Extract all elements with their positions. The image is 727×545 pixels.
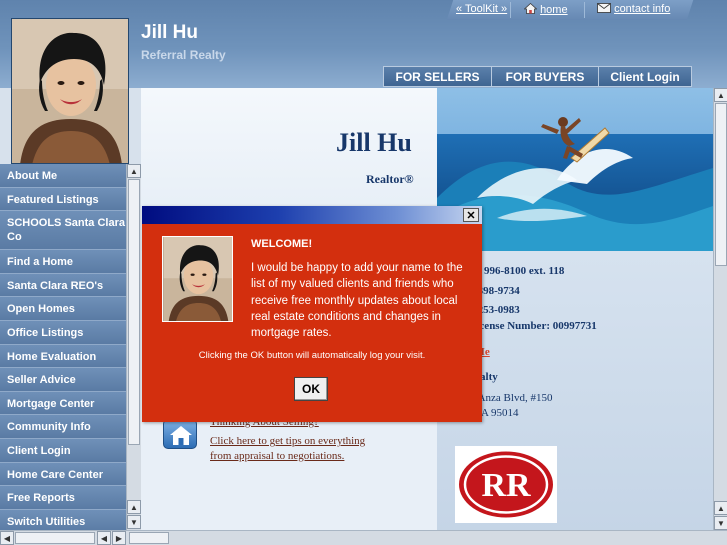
toolkit-link-text[interactable]: « ToolKit »: [456, 3, 507, 15]
company-name: Referral Realty: [141, 48, 226, 62]
sidebar-item-client-login[interactable]: Client Login: [0, 438, 126, 463]
hero-agent-name: Jill Hu: [336, 128, 412, 157]
tab-client-login[interactable]: Client Login: [598, 66, 692, 87]
scroll-right-button[interactable]: ▶: [112, 531, 126, 545]
sidebar-horizontal-scrollbar[interactable]: ◀ ◀ ▶: [0, 530, 127, 545]
sidebar-item-office-listings[interactable]: Office Listings: [0, 320, 126, 345]
top-links-divider: [584, 2, 585, 18]
hero-agent-title: Realtor®: [366, 172, 414, 186]
sidebar-item-community-info[interactable]: Community Info: [0, 415, 126, 439]
logo-lettering: RR: [481, 467, 531, 504]
agent-photo: [11, 18, 129, 164]
ok-button[interactable]: OK: [294, 377, 328, 401]
scrollbar-thumb[interactable]: [715, 103, 727, 266]
contact-info-link[interactable]: contact info: [597, 3, 670, 15]
scrollbar-thumb[interactable]: [128, 179, 140, 445]
sidebar-item-seller-advice[interactable]: Seller Advice: [0, 368, 126, 392]
sidebar-item-schools[interactable]: SCHOOLS Santa Clara Co: [0, 211, 126, 251]
scroll-up-button[interactable]: ▲: [127, 500, 141, 514]
selling-tips-link-line2[interactable]: from appraisal to negotiations.: [210, 450, 344, 462]
sidebar-menu: About Me Featured Listings SCHOOLS Santa…: [0, 164, 126, 534]
scroll-down-button[interactable]: ▼: [714, 516, 727, 530]
toolkit-link[interactable]: « ToolKit »: [456, 3, 507, 15]
agent-name: Jill Hu: [141, 22, 199, 43]
dialog-message: I would be happy to add your name to the…: [251, 262, 463, 340]
scroll-left-button[interactable]: ◀: [0, 531, 14, 545]
selling-tips-link-line1[interactable]: Click here to get tips on everything: [210, 435, 365, 447]
main-nav-tabs: FOR SELLERS FOR BUYERS Client Login: [383, 66, 692, 87]
scrollbar-thumb[interactable]: [15, 532, 95, 544]
dialog-agent-photo: [162, 236, 233, 322]
main-horizontal-scrollbar[interactable]: [127, 530, 727, 545]
house-icon[interactable]: [163, 419, 197, 449]
envelope-icon: [597, 3, 611, 13]
top-links-divider: [510, 2, 511, 18]
sidebar-item-mortgage-center[interactable]: Mortgage Center: [0, 391, 126, 416]
sidebar-item-home-care-center[interactable]: Home Care Center: [0, 462, 126, 487]
contact-info-link-text[interactable]: contact info: [614, 3, 670, 15]
sidebar-item-free-reports[interactable]: Free Reports: [0, 486, 126, 510]
scroll-up-button[interactable]: ▲: [714, 501, 727, 515]
dialog-titlebar[interactable]: ✕: [142, 206, 482, 224]
agent-portrait-image: [12, 19, 128, 163]
dialog-note: Clicking the OK button will automaticall…: [198, 350, 426, 361]
main-vertical-scrollbar[interactable]: ▲ ▲ ▼: [713, 88, 727, 530]
sidebar-item-open-homes[interactable]: Open Homes: [0, 297, 126, 321]
tab-for-sellers[interactable]: FOR SELLERS: [383, 66, 492, 87]
sidebar-item-reos[interactable]: Santa Clara REO's: [0, 273, 126, 298]
sidebar: About Me Featured Listings SCHOOLS Santa…: [0, 164, 141, 545]
sidebar-item-home-evaluation[interactable]: Home Evaluation: [0, 344, 126, 369]
scroll-up-button[interactable]: ▲: [127, 164, 141, 178]
welcome-dialog: ✕ WELCOME! I would be happy to add your …: [142, 206, 482, 422]
sidebar-item-find-a-home[interactable]: Find a Home: [0, 250, 126, 274]
tab-for-buyers[interactable]: FOR BUYERS: [491, 66, 599, 87]
scrollbar-thumb[interactable]: [129, 532, 169, 544]
scroll-down-button[interactable]: ▼: [127, 515, 141, 529]
home-link-text[interactable]: home: [540, 4, 568, 16]
home-icon: [523, 2, 538, 14]
home-link[interactable]: home: [523, 2, 568, 16]
dialog-heading: WELCOME!: [251, 238, 313, 250]
sidebar-vertical-scrollbar[interactable]: ▲ ▲ ▼: [126, 164, 141, 530]
scroll-left-button[interactable]: ◀: [97, 531, 111, 545]
sidebar-item-about-me[interactable]: About Me: [0, 164, 126, 188]
close-icon[interactable]: ✕: [463, 208, 479, 222]
scroll-up-button[interactable]: ▲: [714, 88, 727, 102]
referral-realty-logo: RR: [455, 446, 557, 523]
sidebar-item-featured-listings[interactable]: Featured Listings: [0, 187, 126, 212]
